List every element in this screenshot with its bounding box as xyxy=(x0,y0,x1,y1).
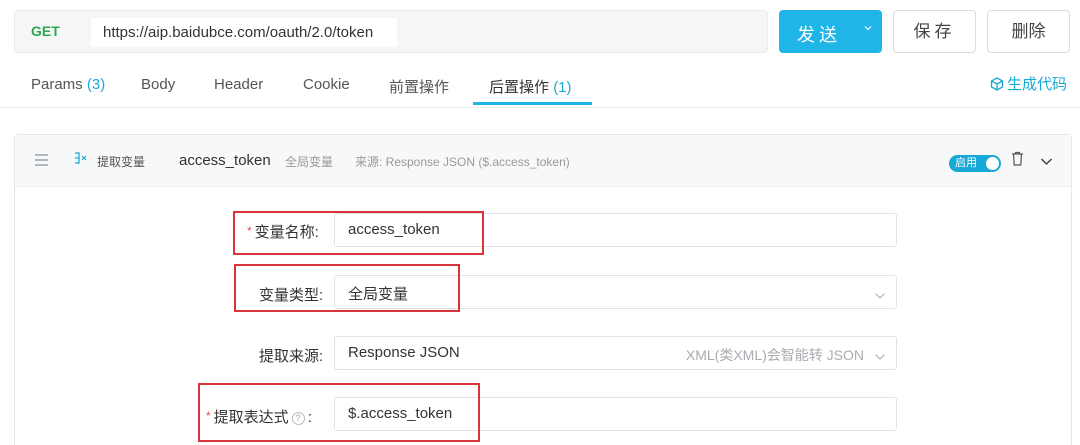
enable-toggle-label: 启用 xyxy=(955,157,977,169)
extract-source-hint: XML(类XML)会智能转 JSON xyxy=(685,347,864,363)
extract-source-label: 提取来源: xyxy=(259,348,324,365)
dropdown-arrow-icon xyxy=(874,348,886,365)
variable-type-select[interactable]: 全局变量 xyxy=(334,275,897,309)
cube-icon xyxy=(990,77,1004,91)
extractor-header[interactable]: 提取变量 access_token 全局变量 来源: Response JSON… xyxy=(15,135,1071,187)
tab-header[interactable]: Header xyxy=(214,76,263,93)
extractor-variable-name: access_token xyxy=(179,152,271,169)
enable-toggle[interactable]: 启用 xyxy=(949,155,1001,172)
extract-variable-icon xyxy=(73,151,89,168)
variable-type-label: 变量类型: xyxy=(259,287,324,304)
toggle-knob xyxy=(986,157,999,170)
send-button[interactable]: 发送 xyxy=(779,10,882,53)
active-tab-indicator xyxy=(473,102,592,105)
generate-code-link[interactable]: 生成代码 xyxy=(990,73,1067,94)
delete-button[interactable]: 删除 xyxy=(987,10,1070,53)
trash-icon[interactable] xyxy=(1011,151,1024,171)
url-input[interactable]: https://aip.baidubce.com/oauth/2.0/token xyxy=(91,18,397,47)
request-bar: GET https://aip.baidubce.com/oauth/2.0/t… xyxy=(14,10,768,53)
variable-name-label: * 变量名称: xyxy=(247,224,319,241)
drag-handle-icon[interactable] xyxy=(35,154,48,166)
extractor-type-label: 提取变量 xyxy=(97,155,146,169)
save-button[interactable]: 保存 xyxy=(893,10,976,53)
tab-cookie[interactable]: Cookie xyxy=(303,76,350,93)
tab-pre-processors[interactable]: 前置操作 xyxy=(389,76,449,97)
help-icon[interactable]: ? xyxy=(291,412,305,425)
tab-params[interactable]: Params (3) xyxy=(31,76,105,93)
variable-name-input[interactable]: access_token xyxy=(334,213,897,247)
chevron-down-icon[interactable] xyxy=(1040,153,1053,171)
extractor-source-summary: 来源: Response JSON ($.access_token) xyxy=(355,155,570,169)
extract-expression-input[interactable]: $.access_token xyxy=(334,397,897,431)
dropdown-arrow-icon xyxy=(874,287,886,304)
extractor-scope: 全局变量 xyxy=(285,155,334,169)
request-tabs: Params (3) Body Header Cookie 前置操作 后置操作 … xyxy=(0,64,1080,108)
extract-expression-label: * 提取表达式?: xyxy=(206,409,312,426)
http-method[interactable]: GET xyxy=(31,23,60,39)
tab-post-processors[interactable]: 后置操作 (1) xyxy=(489,76,572,97)
send-dropdown-icon[interactable] xyxy=(863,21,873,36)
tab-body[interactable]: Body xyxy=(141,76,175,93)
extract-source-select[interactable]: Response JSON XML(类XML)会智能转 JSON xyxy=(334,336,897,370)
send-button-label: 发送 xyxy=(797,25,841,45)
